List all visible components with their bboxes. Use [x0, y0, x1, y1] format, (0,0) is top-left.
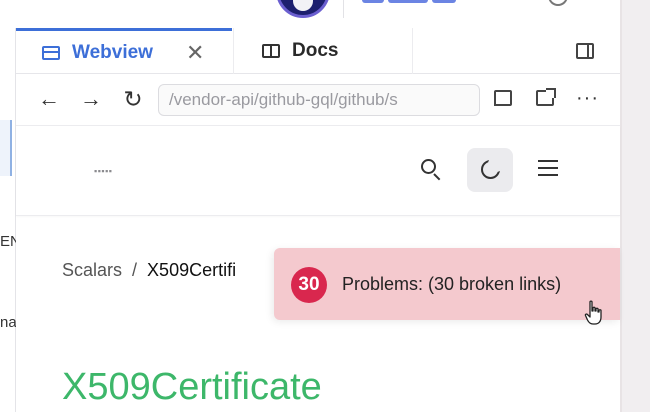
page-title: X509Certificate: [62, 366, 322, 408]
problems-toast[interactable]: 30 Problems: (30 broken links): [274, 248, 620, 325]
browser-window-icon: [42, 45, 60, 60]
top-link[interactable]: [362, 0, 472, 6]
breadcrumb: Scalars / X509Certifi: [62, 260, 236, 281]
browser-panel: Webview ✕ Docs ← → ↻ /vendor-api/github-…: [16, 28, 620, 412]
breadcrumb-separator: /: [132, 260, 138, 280]
top-toolbar: [0, 0, 650, 28]
left-selected-item[interactable]: [0, 120, 12, 176]
search-icon[interactable]: [420, 158, 442, 181]
book-icon: [262, 44, 280, 58]
site-header: ▪▪▪▪▪: [16, 126, 620, 216]
left-side-panel: EN na: [0, 28, 21, 412]
forward-arrow-icon[interactable]: →: [78, 86, 104, 112]
tab-docs-label: Docs: [292, 40, 339, 61]
site-logo[interactable]: ▪▪▪▪▪: [94, 166, 112, 176]
top-menu-icon[interactable]: [548, 0, 568, 6]
top-link-cropped-text: [362, 0, 462, 6]
dark-mode-toggle[interactable]: [467, 148, 513, 192]
screen: EN na Webview ✕ Docs ← → ↻ /vendor-api/g…: [0, 0, 650, 412]
url-input[interactable]: /vendor-api/github-gql/github/s: [158, 84, 480, 116]
sidebar-toggle-icon[interactable]: [576, 43, 594, 59]
tab-bar: Webview ✕ Docs: [16, 28, 620, 74]
tab-docs[interactable]: Docs: [233, 28, 413, 74]
cast-icon[interactable]: [494, 90, 512, 106]
hamburger-menu-icon[interactable]: [538, 160, 558, 176]
right-panel-edge: [620, 0, 622, 412]
back-arrow-icon[interactable]: ←: [36, 86, 62, 112]
hand-pointer-cursor-icon: [584, 300, 602, 325]
tab-webview[interactable]: Webview ✕: [16, 28, 232, 74]
avatar-icon: [293, 0, 313, 11]
open-external-icon[interactable]: [536, 88, 556, 106]
close-icon[interactable]: ✕: [186, 42, 204, 64]
right-side-strip: [620, 0, 650, 412]
toolbar-divider: [343, 0, 344, 18]
problems-count-badge: 30: [291, 267, 327, 303]
breadcrumb-current: X509Certifi: [147, 260, 237, 280]
problems-message: Problems: (30 broken links): [342, 274, 562, 294]
navigation-bar: ← → ↻ /vendor-api/github-gql/github/s ··…: [16, 74, 620, 126]
left-text-fragment: na: [0, 314, 17, 331]
more-options-icon[interactable]: ···: [576, 88, 599, 108]
breadcrumb-link-scalars[interactable]: Scalars: [62, 260, 122, 280]
tab-webview-label: Webview: [72, 41, 153, 63]
reload-icon[interactable]: ↻: [120, 86, 146, 112]
user-avatar[interactable]: [276, 0, 330, 18]
